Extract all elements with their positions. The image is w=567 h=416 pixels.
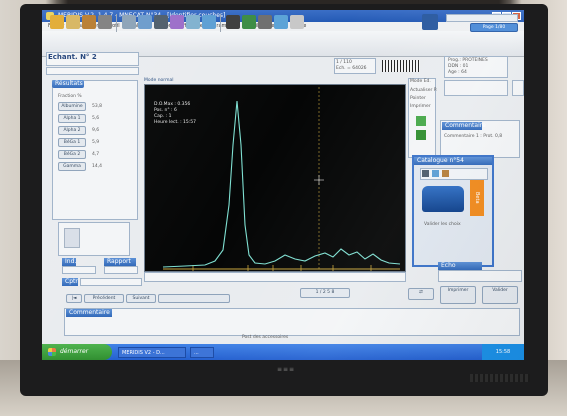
graph-overlay: D.O.Max : 0.356 Pos. n° : 6 Cap. : 1 Heu… — [154, 102, 196, 126]
graph-scale-bar — [144, 272, 406, 282]
info-date: DDN : 01 — [448, 64, 469, 69]
electrophoresis-trace — [162, 100, 401, 268]
instrument-image — [422, 186, 464, 212]
sample-subfield — [46, 67, 139, 75]
device-icon[interactable] — [422, 14, 438, 30]
fraction-label[interactable]: Gamma — [58, 162, 86, 171]
fraction-label[interactable]: BéGa 2 — [58, 150, 86, 159]
info-field[interactable] — [444, 80, 508, 96]
side-button[interactable] — [512, 80, 524, 96]
popup-caption: Valider les choix — [424, 222, 461, 227]
validate-button[interactable]: Valider — [482, 286, 518, 304]
popup-tool-icon[interactable] — [442, 170, 449, 177]
edit-icon[interactable] — [82, 15, 96, 29]
results-header: Fraction % — [58, 94, 82, 99]
arrow-icon[interactable] — [170, 15, 184, 29]
nav-prev-button[interactable]: Précédent — [84, 294, 124, 303]
windows-logo-icon — [48, 348, 56, 356]
field2-label: Rapport A/G — [104, 258, 136, 273]
status-led-icon — [416, 116, 426, 126]
fraction-label[interactable]: Alpha 2 — [58, 126, 86, 135]
toolbar-separator — [116, 14, 117, 32]
popup-tool-icon[interactable] — [432, 170, 439, 177]
fraction-value: 14,4 — [92, 164, 103, 169]
mode-option[interactable]: Actualiser P. — [410, 88, 437, 93]
status-led-icon — [416, 130, 426, 140]
count-value: 1 / 110 — [336, 60, 352, 65]
mode-option[interactable]: Imprimer — [410, 104, 431, 109]
arrow-button[interactable]: ⇄ — [408, 288, 434, 300]
pencil-icon[interactable] — [66, 15, 80, 29]
nav-next-button[interactable]: Suivant — [126, 294, 156, 303]
toolbar-separator — [220, 14, 221, 32]
popup-tool-icon[interactable] — [422, 170, 429, 177]
fraction-value: 53,8 — [92, 104, 103, 109]
barcode-icon — [382, 60, 420, 72]
gear-icon[interactable] — [122, 15, 136, 29]
help-icon[interactable] — [290, 15, 304, 29]
right-bottom-title: Echo démolition — [438, 262, 482, 277]
field1-value[interactable] — [62, 266, 96, 274]
stamp-icon[interactable] — [98, 15, 112, 29]
footer-panel — [64, 308, 520, 336]
beta-badge: Beta — [470, 180, 484, 216]
right-bottom-field[interactable] — [438, 270, 522, 282]
forward-icon[interactable] — [202, 15, 216, 29]
print-icon[interactable] — [226, 15, 240, 29]
sample-title: Echant. N° 2 — [48, 53, 97, 61]
fraction-value: 4,7 — [92, 152, 100, 157]
info-age: Age : 64 — [448, 70, 467, 75]
fraction-label[interactable]: Alpha 1 — [58, 114, 86, 123]
print-button[interactable]: Imprimer — [440, 286, 476, 304]
info-prog: Prog.: PROTEINES — [448, 58, 488, 63]
taskbar-item[interactable]: ... — [190, 347, 214, 358]
monitor-grille — [470, 374, 530, 382]
footer-title: Commentaire — [66, 309, 112, 317]
top-field — [446, 14, 518, 22]
overlay-time: Heure lect. : 15:57 — [154, 120, 196, 125]
nav-first-button[interactable]: |◄ — [66, 294, 82, 303]
capture-icon[interactable] — [154, 15, 168, 29]
monitor-icon[interactable] — [242, 15, 256, 29]
fraction-value: 5,6 — [92, 116, 100, 121]
taskbar — [42, 344, 524, 360]
fraction-label[interactable]: Albumine — [58, 102, 86, 111]
taskbar-item[interactable]: MERIDIS V2 - D... — [118, 347, 186, 358]
screen: MERIDIS V.2, 1.4.7 - MNECAT N°34 - [Iden… — [42, 10, 524, 360]
page-indicator: Page 1/80 — [470, 23, 518, 32]
results-title: Résultats — [52, 80, 84, 88]
footer-status: Post des accessoires — [242, 335, 289, 340]
zoom-indicator: 1 / 2 5 8 — [300, 288, 350, 298]
network-icon[interactable] — [258, 15, 272, 29]
wrench-icon[interactable] — [50, 15, 64, 29]
monitor-brand: ≡≡≡ — [276, 366, 296, 373]
back-icon[interactable] — [186, 15, 200, 29]
popup-toolbar — [420, 168, 488, 180]
fraction-value: 9,6 — [92, 128, 100, 133]
system-tray-clock: 15:58 — [482, 344, 524, 360]
fraction-value: 5,9 — [92, 140, 100, 145]
globe-icon[interactable] — [274, 15, 288, 29]
mode-option[interactable]: Pointer — [410, 96, 426, 101]
zoom-icon[interactable] — [138, 15, 152, 29]
popup-title: Catalogue n°54 — [414, 157, 492, 165]
fraction-markers — [192, 265, 372, 271]
bottle-icon — [64, 228, 80, 248]
fraction-label[interactable]: BéGa 1 — [58, 138, 86, 147]
zoom-field[interactable] — [158, 294, 230, 303]
sample-id: Ech. = 64026 — [336, 66, 367, 71]
field1-label: Ind. — [62, 258, 76, 266]
field3-value[interactable] — [80, 278, 142, 286]
comment-text: Commentaire 1 : Prot. 0,8 — [444, 134, 503, 139]
field3-label: Cptr — [62, 278, 78, 286]
field2-value[interactable] — [104, 266, 138, 274]
mode-label: Mode Ed. — [410, 79, 431, 84]
comment-title: Commentaire — [442, 122, 486, 130]
